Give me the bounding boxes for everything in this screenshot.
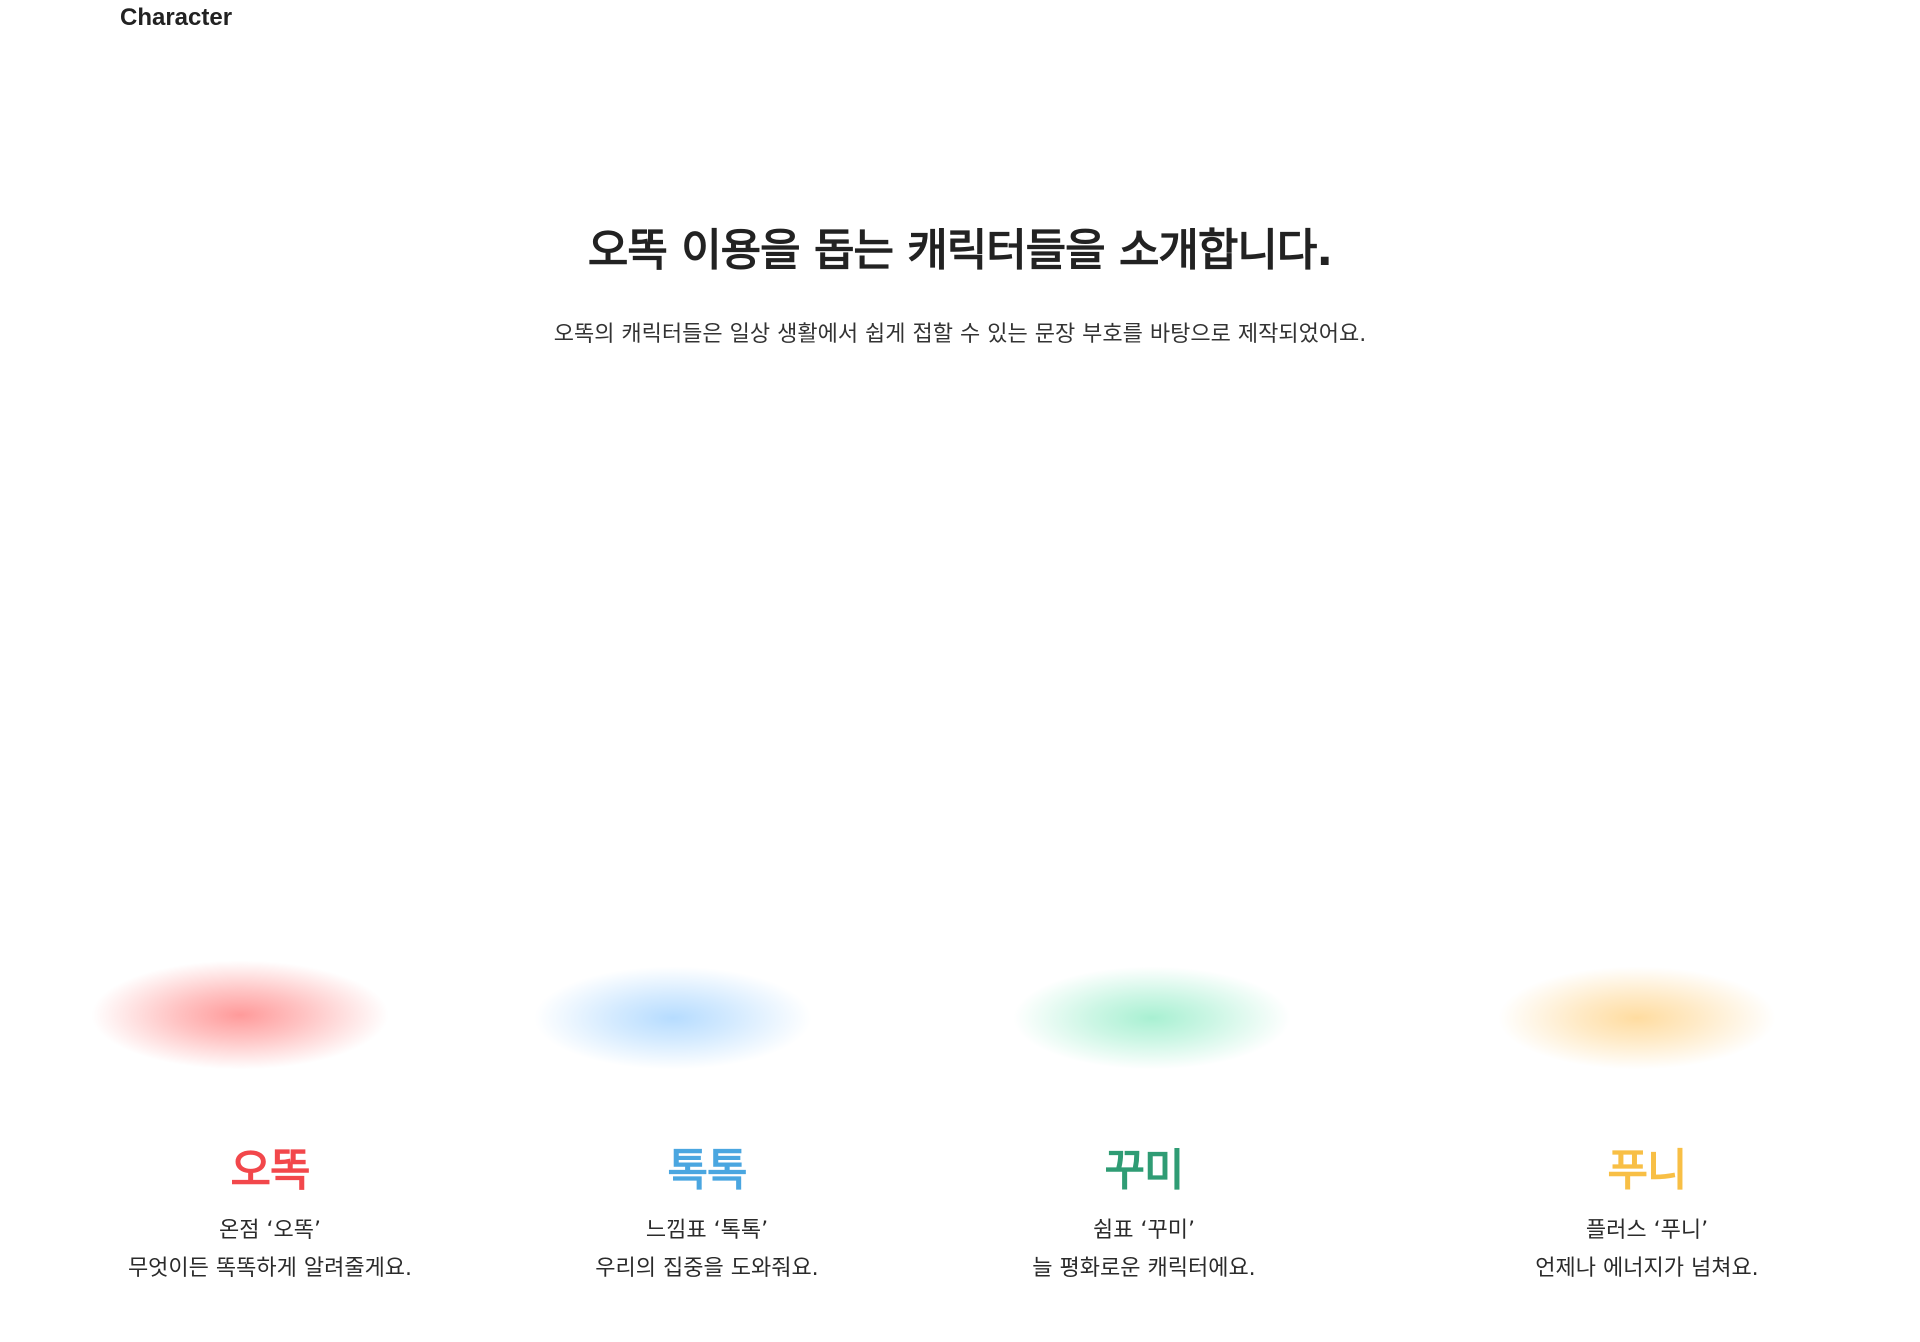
- character-glow-toktok: [533, 966, 813, 1070]
- character-card-puni: 푸니 플러스 ‘푸니’ 언제나 에너지가 넘쳐요.: [1437, 940, 1857, 1300]
- character-card-toktok: 톡톡 느낌표 ‘톡톡’ 우리의 집중을 도와줘요.: [497, 940, 917, 1300]
- character-name: 오똑: [230, 1145, 311, 1196]
- character-type: 느낌표 ‘톡톡’: [645, 1218, 769, 1243]
- character-name: 꾸미: [1104, 1145, 1185, 1196]
- character-name: 푸니: [1607, 1145, 1688, 1196]
- character-glow-otok: [90, 960, 390, 1070]
- page-headline: 오똑 이용을 돕는 캐릭터들을 소개합니다.: [587, 225, 1333, 276]
- character-list: 오똑 온점 ‘오똑’ 무엇이든 똑똑하게 알려줄게요. 톡톡 느낌표 ‘톡톡’ …: [0, 940, 1920, 1300]
- page-subheading: 오똑의 캐릭터들은 일상 생활에서 쉽게 접할 수 있는 문장 부호를 바탕으로…: [553, 322, 1367, 347]
- character-type: 플러스 ‘푸니’: [1585, 1218, 1709, 1243]
- character-description: 우리의 집중을 도와줘요.: [595, 1256, 819, 1281]
- character-card-otok: 오똑 온점 ‘오똑’ 무엇이든 똑똑하게 알려줄게요.: [60, 940, 480, 1300]
- character-glow-kkumi: [1012, 966, 1292, 1070]
- character-type: 쉼표 ‘꾸미’: [1093, 1218, 1195, 1243]
- character-type: 온점 ‘오똑’: [219, 1218, 321, 1243]
- character-description: 늘 평화로운 캐릭터에요.: [1032, 1256, 1256, 1281]
- character-glow-puni: [1497, 966, 1777, 1070]
- character-description: 무엇이든 똑똑하게 알려줄게요.: [127, 1256, 413, 1281]
- section-label: Character: [120, 4, 233, 31]
- character-card-kkumi: 꾸미 쉼표 ‘꾸미’ 늘 평화로운 캐릭터에요.: [934, 940, 1354, 1300]
- character-name: 톡톡: [667, 1145, 748, 1196]
- character-description: 언제나 에너지가 넘쳐요.: [1535, 1256, 1759, 1281]
